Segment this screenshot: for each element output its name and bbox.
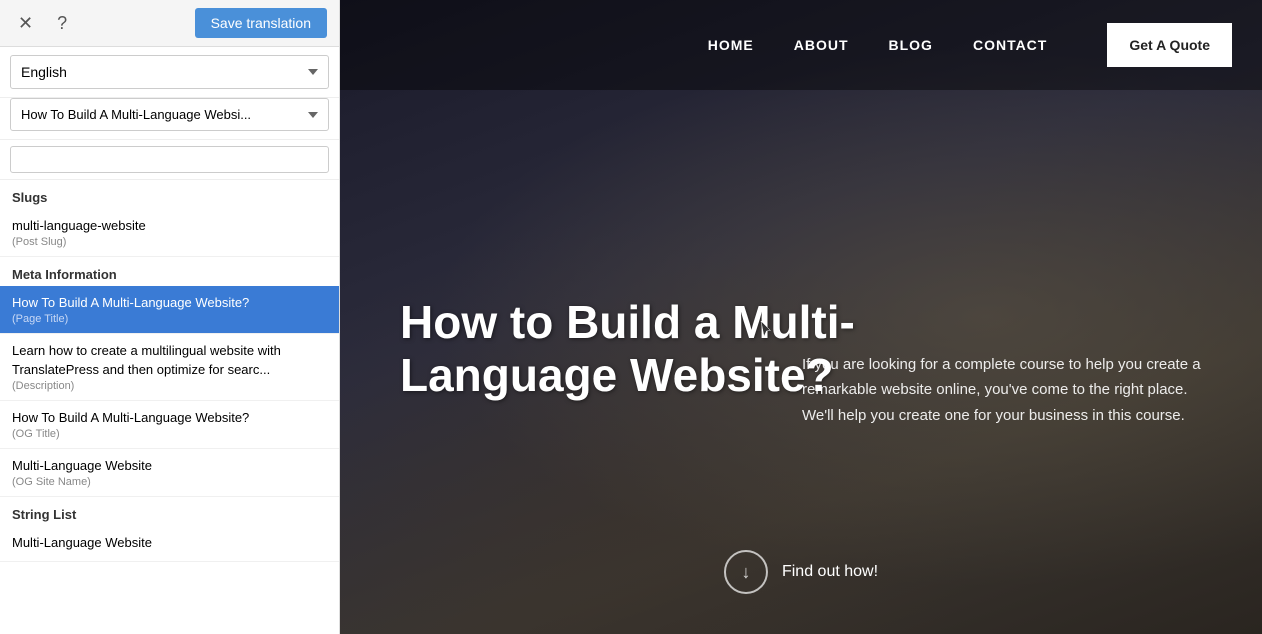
nav-blog[interactable]: BLOG bbox=[889, 37, 933, 53]
help-button[interactable]: ? bbox=[51, 11, 73, 36]
cta-text: Find out how! bbox=[782, 563, 878, 581]
list-item[interactable]: How To Build A Multi-Language Website? (… bbox=[0, 286, 339, 334]
string-title: multi-language-website bbox=[12, 217, 327, 235]
search-wrap bbox=[0, 140, 339, 180]
hero-description: If you are looking for a complete course… bbox=[802, 352, 1202, 429]
get-quote-button[interactable]: Get A Quote bbox=[1107, 23, 1232, 67]
website-preview: HOME ABOUT BLOG CONTACT Get A Quote How … bbox=[340, 0, 1262, 634]
strings-list: Slugs multi-language-website (Post Slug)… bbox=[0, 180, 339, 634]
nav-contact[interactable]: CONTACT bbox=[973, 37, 1047, 53]
list-item[interactable]: Learn how to create a multilingual websi… bbox=[0, 334, 339, 400]
hero-cta[interactable]: ↓ Find out how! bbox=[724, 550, 878, 594]
website-nav: HOME ABOUT BLOG CONTACT Get A Quote bbox=[340, 0, 1262, 90]
slugs-section-header: Slugs bbox=[0, 180, 339, 209]
meta-section-header: Meta Information bbox=[0, 257, 339, 286]
list-item[interactable]: Multi-Language Website (OG Site Name) bbox=[0, 449, 339, 497]
string-list-section-header: String List bbox=[0, 497, 339, 526]
string-title: Learn how to create a multilingual websi… bbox=[12, 342, 327, 378]
nav-home[interactable]: HOME bbox=[708, 37, 754, 53]
translation-panel: ✕ ? Save translation English French Span… bbox=[0, 0, 340, 634]
string-type: (OG Title) bbox=[12, 428, 327, 440]
language-select[interactable]: English French Spanish German bbox=[10, 55, 329, 89]
string-type: (Post Slug) bbox=[12, 236, 327, 248]
string-title: How To Build A Multi-Language Website? bbox=[12, 409, 327, 427]
string-type: (OG Site Name) bbox=[12, 476, 327, 488]
string-type: (Description) bbox=[12, 380, 327, 392]
nav-links: HOME ABOUT BLOG CONTACT Get A Quote bbox=[708, 23, 1232, 67]
string-type: (Page Title) bbox=[12, 313, 327, 325]
string-title: Multi-Language Website bbox=[12, 534, 327, 552]
language-selector-wrap: English French Spanish German bbox=[0, 47, 339, 98]
search-input[interactable] bbox=[10, 146, 329, 173]
save-translation-button[interactable]: Save translation bbox=[195, 8, 327, 38]
post-select[interactable]: How To Build A Multi-Language Websi... bbox=[10, 98, 329, 131]
close-button[interactable]: ✕ bbox=[12, 11, 39, 36]
string-title: Multi-Language Website bbox=[12, 457, 327, 475]
list-item[interactable]: How To Build A Multi-Language Website? (… bbox=[0, 401, 339, 449]
string-title: How To Build A Multi-Language Website? bbox=[12, 294, 327, 312]
list-item[interactable]: multi-language-website (Post Slug) bbox=[0, 209, 339, 257]
toolbar: ✕ ? Save translation bbox=[0, 0, 339, 47]
list-item[interactable]: Multi-Language Website bbox=[0, 526, 339, 562]
nav-about[interactable]: ABOUT bbox=[794, 37, 849, 53]
post-selector-wrap: How To Build A Multi-Language Websi... bbox=[0, 98, 339, 140]
cta-down-icon: ↓ bbox=[724, 550, 768, 594]
